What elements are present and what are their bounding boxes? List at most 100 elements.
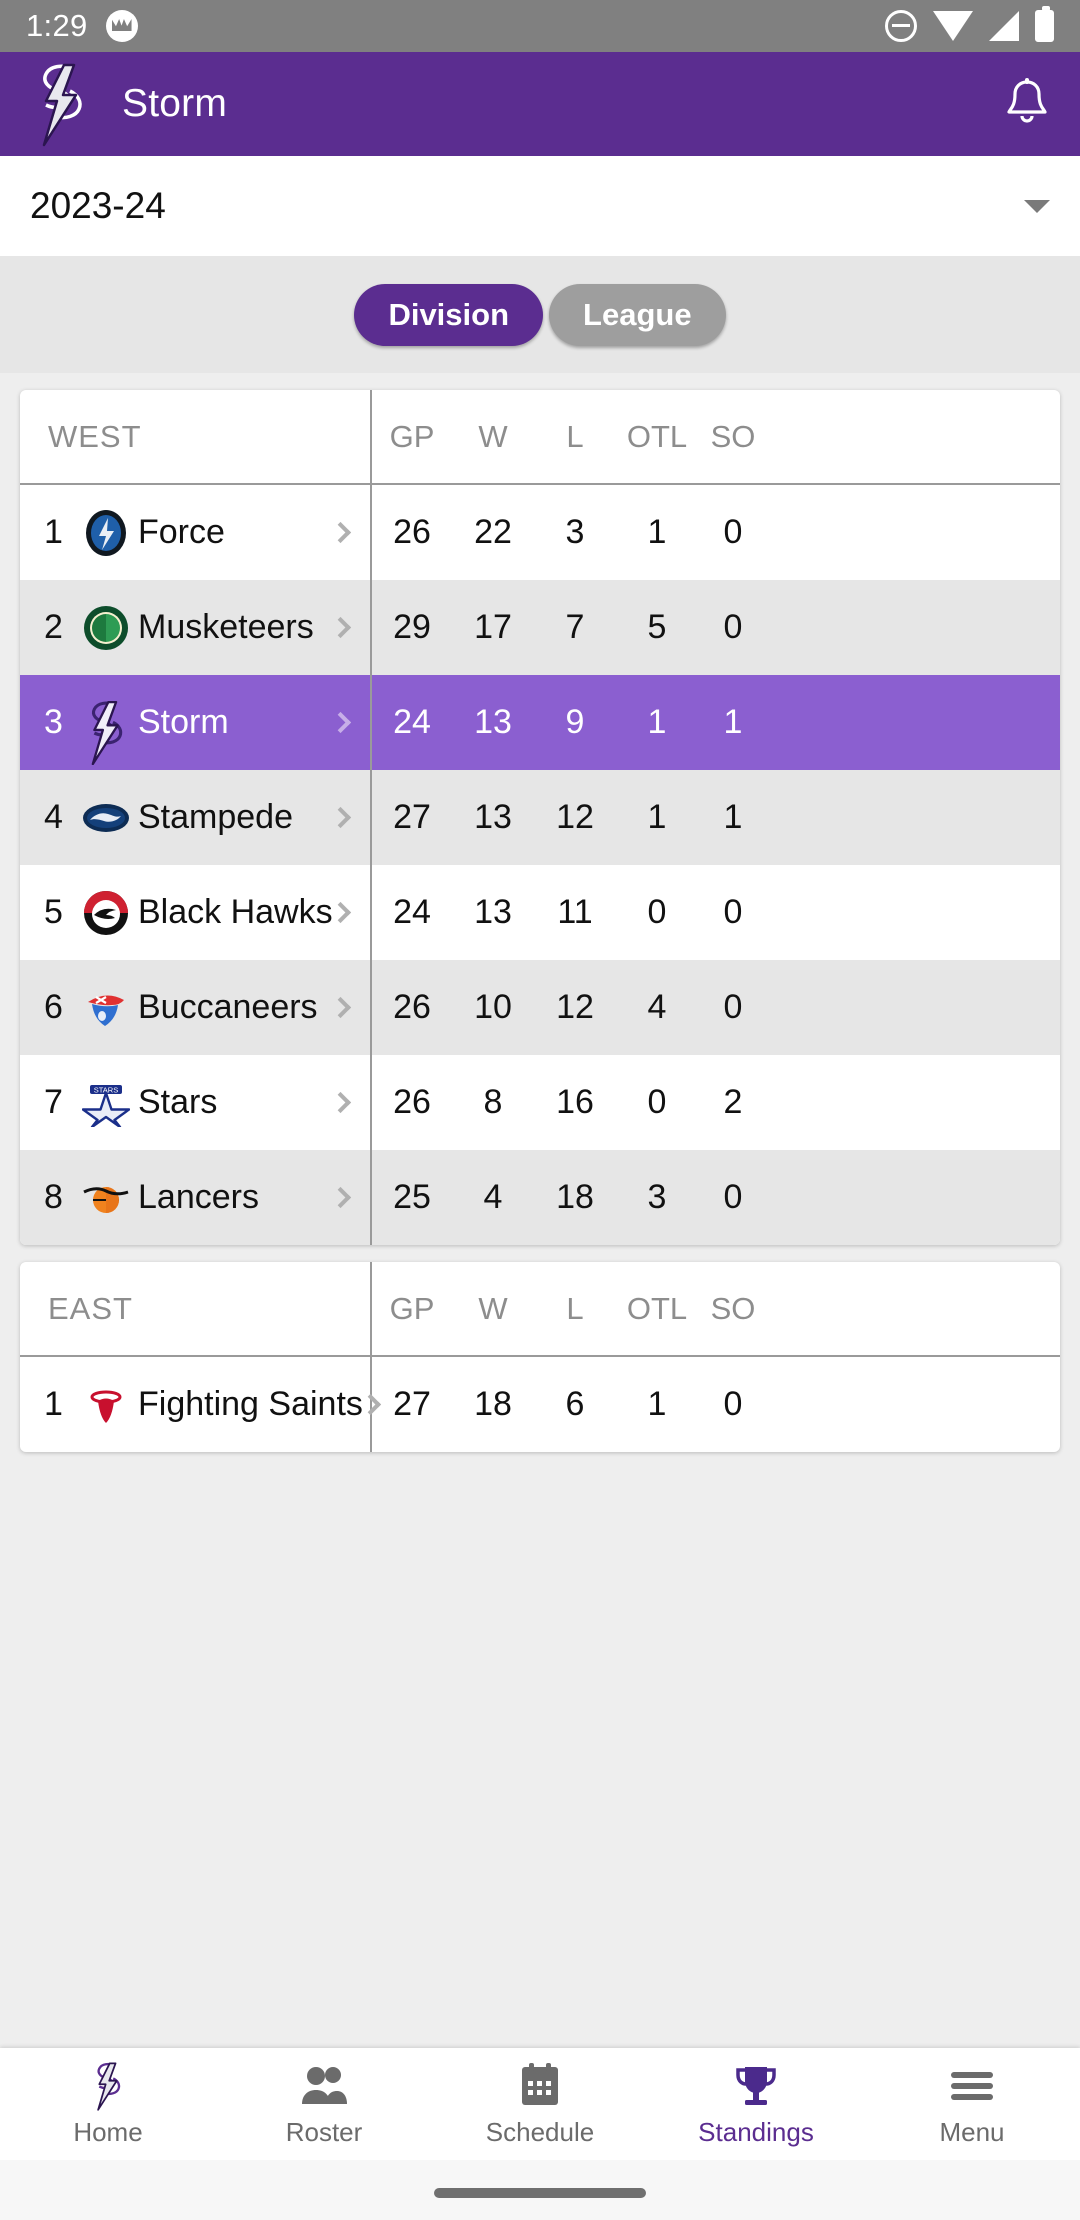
- stats-cells: 29 17 7 5 0: [372, 580, 1060, 675]
- stat-cell-w: 10: [474, 988, 512, 1026]
- home-indicator[interactable]: [434, 2188, 646, 2198]
- stat-cell-w: 13: [474, 798, 512, 836]
- stat-cell-so: 2: [723, 1083, 743, 1121]
- stat-cell-so: 1: [723, 703, 743, 741]
- season-selector[interactable]: 2023-24: [0, 156, 1080, 256]
- nav-label-roster: Roster: [285, 2116, 363, 2147]
- app-notification-icon: [105, 10, 138, 42]
- stat-cell-w: 22: [474, 513, 512, 551]
- team-cell[interactable]: 3 Storm: [20, 675, 372, 770]
- column-header-w: W: [478, 1290, 508, 1326]
- chevron-right-icon: [329, 1091, 352, 1114]
- column-header-so: SO: [710, 1290, 756, 1326]
- nav-item-standings[interactable]: Standings: [648, 2061, 864, 2148]
- team-name: Black Hawks: [138, 893, 333, 931]
- stats-cells: 25 4 18 3 0: [372, 1150, 1060, 1245]
- team-name: Storm: [138, 703, 229, 741]
- stat-cell-otl: 5: [647, 608, 667, 646]
- table-row[interactable]: 8 Lancers 25 4 18 3 0: [20, 1150, 1060, 1245]
- bottom-navigation: Home Roster Schedule Standings Menu: [0, 2048, 1080, 2160]
- team-cell[interactable]: 1 Force: [20, 485, 372, 580]
- stat-cell-otl: 0: [647, 893, 667, 931]
- stat-cell-l: 9: [565, 703, 585, 741]
- stat-cell-otl: 1: [647, 703, 667, 741]
- bell-icon[interactable]: [1004, 78, 1050, 130]
- stat-cell-gp: 27: [393, 798, 431, 836]
- table-row[interactable]: 7 STARS Stars 26 8 16 0 2: [20, 1055, 1060, 1150]
- team-name: Buccaneers: [138, 988, 318, 1026]
- table-row[interactable]: 4 Stampede 27 13 12 1 1: [20, 770, 1060, 865]
- musketeers-logo: [82, 604, 130, 652]
- status-bar: 1:29: [0, 0, 1080, 52]
- stats-cells: 27 13 12 1 1: [372, 770, 1060, 865]
- table-row[interactable]: 5 Black Hawks 24 13 11 0 0: [20, 865, 1060, 960]
- stats-cells: 26 22 3 1 0: [372, 485, 1060, 580]
- stat-cell-gp: 26: [393, 1083, 431, 1121]
- team-cell[interactable]: 7 STARS Stars: [20, 1055, 372, 1150]
- scope-toggle: Division League: [0, 256, 1080, 373]
- stat-cell-otl: 1: [647, 513, 667, 551]
- standings-scroll-area[interactable]: WEST GP W L OTL SO 1 Force 26 22 3 1 0 2 Musketeers 29 1…: [0, 373, 1080, 2220]
- team-cell[interactable]: 5 Black Hawks: [20, 865, 372, 960]
- rank-value: 6: [44, 988, 63, 1026]
- people-icon: [300, 2061, 348, 2111]
- stat-cell-so: 1: [723, 798, 743, 836]
- team-name: Lancers: [138, 1178, 259, 1216]
- column-header-otl: OTL: [626, 1290, 688, 1326]
- force-logo: [82, 509, 130, 557]
- standings-tables: WEST GP W L OTL SO 1 Force 26 22 3 1 0 2 Musketeers 29 1…: [0, 390, 1080, 1452]
- stat-cell-so: 0: [723, 893, 743, 931]
- stampede-logo: [82, 794, 130, 842]
- stat-cell-w: 18: [474, 1385, 512, 1423]
- rank-value: 5: [44, 893, 63, 931]
- column-header-gp: GP: [389, 1290, 435, 1326]
- table-row[interactable]: 1 Fighting Saints 27 18 6 1 0: [20, 1357, 1060, 1452]
- nav-item-schedule[interactable]: Schedule: [432, 2061, 648, 2148]
- stat-cell-so: 0: [723, 1178, 743, 1216]
- rank-value: 8: [44, 1178, 63, 1216]
- lancers-logo: [82, 1174, 130, 1222]
- table-row[interactable]: 2 Musketeers 29 17 7 5 0: [20, 580, 1060, 675]
- team-cell[interactable]: 4 Stampede: [20, 770, 372, 865]
- table-row[interactable]: 3 Storm 24 13 9 1 1: [20, 675, 1060, 770]
- stat-cell-gp: 24: [393, 893, 431, 931]
- home-indicator-area: [0, 2160, 1080, 2220]
- chevron-right-icon: [329, 711, 352, 734]
- chevron-right-icon: [329, 996, 352, 1019]
- table-row[interactable]: 1 Force 26 22 3 1 0: [20, 485, 1060, 580]
- team-cell[interactable]: 1 Fighting Saints: [20, 1357, 382, 1452]
- rank-value: 4: [44, 798, 63, 836]
- column-header-stats: GP W L OTL SO: [372, 1262, 1060, 1355]
- column-header-l: L: [566, 1290, 584, 1326]
- column-header-so: SO: [710, 418, 756, 454]
- nav-item-roster[interactable]: Roster: [216, 2061, 432, 2148]
- nav-item-menu[interactable]: Menu: [864, 2061, 1080, 2148]
- stat-cell-l: 7: [565, 608, 585, 646]
- tab-league[interactable]: League: [549, 283, 726, 346]
- stat-cell-w: 4: [483, 1178, 503, 1216]
- do-not-disturb-icon: [885, 10, 917, 42]
- table-row[interactable]: 6 Buccaneers 26 10 12 4 0: [20, 960, 1060, 1055]
- chevron-right-icon: [329, 901, 352, 924]
- stat-cell-l: 12: [556, 798, 594, 836]
- team-cell[interactable]: 6 Buccaneers: [20, 960, 372, 1055]
- season-value: 2023-24: [30, 185, 166, 226]
- team-cell[interactable]: 2 Musketeers: [20, 580, 372, 675]
- team-cell[interactable]: 8 Lancers: [20, 1150, 372, 1245]
- rank-value: 1: [44, 513, 63, 551]
- stat-cell-so: 0: [723, 608, 743, 646]
- cellular-signal-icon: [989, 11, 1019, 41]
- stat-cell-so: 0: [723, 513, 743, 551]
- stat-cell-w: 8: [483, 1083, 503, 1121]
- stat-cell-otl: 1: [647, 1385, 667, 1423]
- rank-value: 2: [44, 608, 63, 646]
- chevron-right-icon: [329, 806, 352, 829]
- tab-division[interactable]: Division: [354, 283, 544, 346]
- nav-item-home[interactable]: Home: [0, 2061, 216, 2148]
- stats-cells: 24 13 9 1 1: [372, 675, 1060, 770]
- standings-table-east: EAST GP W L OTL SO 1 Fighting Saints 27 18 6 1 0: [20, 1262, 1060, 1452]
- table-header-row: EAST GP W L OTL SO: [20, 1262, 1060, 1357]
- stats-cells: 26 10 12 4 0: [372, 960, 1060, 1055]
- nav-label-standings: Standings: [698, 2116, 814, 2147]
- stat-cell-l: 3: [565, 513, 585, 551]
